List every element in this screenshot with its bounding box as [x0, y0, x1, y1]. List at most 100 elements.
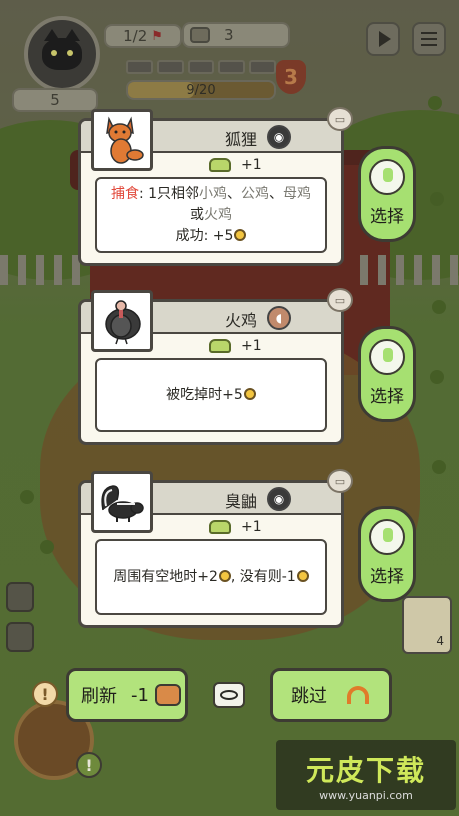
refresh-cost: -1 [131, 684, 149, 706]
grass-icon [209, 339, 231, 353]
paw-coin-icon [234, 228, 247, 241]
watermark-logo: 元皮下载 [305, 753, 426, 787]
choose-button-fox[interactable]: 选择 [358, 146, 416, 242]
play-icon [378, 31, 391, 47]
fox-portrait [91, 109, 153, 171]
card-cost: +1 [209, 157, 262, 173]
desc-text: 或 [190, 206, 204, 223]
watermark-url: www.yuanpi.com [319, 788, 413, 802]
side-tool-button[interactable] [6, 582, 34, 612]
alert-icon[interactable]: ! [76, 752, 102, 778]
book-icon[interactable]: ▭ [327, 469, 353, 493]
book-icon[interactable]: ▭ [327, 107, 353, 131]
skip-label: 跳过 [291, 686, 327, 707]
alert-icon[interactable]: ! [32, 681, 58, 707]
paw-coin-icon [243, 387, 256, 400]
card-turkey[interactable]: 火鸡 ◖ ▭ +1 被吃掉时+5 [78, 288, 353, 445]
desc-text: 成功: +5 [175, 227, 234, 244]
desc-line-1: 被吃掉时+5 [166, 385, 256, 406]
food-can-icon [190, 27, 210, 43]
bird-icon: ◖ [267, 306, 291, 330]
stage-segment [218, 60, 246, 74]
stage-segment [249, 60, 276, 74]
card-cost: +1 [209, 519, 262, 535]
refresh-label: 刷新 [81, 686, 117, 707]
player-avatar[interactable] [24, 16, 100, 92]
paw-coin-icon [296, 569, 309, 582]
desc-line-3: 成功: +5 [176, 226, 247, 247]
keyword-rooster: 公鸡 [241, 185, 270, 202]
side-tool-button[interactable] [6, 622, 34, 652]
view-board-button[interactable] [213, 682, 245, 708]
keyword-hen: 母鸡 [283, 185, 312, 202]
skunk-icon [101, 485, 144, 522]
keyword-chick: 小鸡 [199, 185, 228, 202]
level-text: 1/2 [123, 27, 148, 45]
stage-segments [126, 58, 276, 76]
black-cat-icon [42, 29, 82, 70]
coin-count: 3 [224, 26, 234, 44]
card-cost: +1 [209, 338, 262, 354]
card-description: 被吃掉时+5 [95, 358, 327, 432]
card-description: 周围有空地时+2 , 没有则-1 [95, 539, 327, 615]
desc-line-1: 周围有空地时+2 , 没有则-1 [113, 567, 309, 588]
skip-arrow-icon [347, 686, 369, 704]
left-counter: 5 [12, 88, 98, 112]
choose-label: 选择 [370, 567, 404, 587]
left-count: 5 [50, 91, 60, 109]
skunk-portrait [91, 471, 153, 533]
food-can-icon [154, 684, 181, 706]
choose-label: 选择 [370, 387, 404, 407]
score-progress-text: 9/20 [186, 82, 216, 98]
cat-paw-icon [369, 519, 405, 555]
card-cost-value: +1 [241, 519, 262, 535]
choose-button-skunk[interactable]: 选择 [358, 506, 416, 602]
turkey-portrait [91, 290, 153, 352]
score-progress-fill [128, 82, 194, 98]
stage-segment [156, 60, 184, 74]
desc-text: , 没有则-1 [230, 568, 296, 585]
desc-text: 周围有空地时+2 [113, 568, 218, 585]
card-description: 捕食: 1只相邻小鸡、公鸡、母鸡 或火鸡 成功: +5 [95, 177, 327, 253]
flag-icon: ⚑ [151, 28, 163, 44]
menu-icon [421, 32, 437, 46]
round-badge: 3 [276, 60, 306, 94]
card-cost-value: +1 [241, 338, 262, 354]
book-icon[interactable]: ▭ [327, 288, 353, 312]
desc-line-2: 或火鸡 [190, 205, 232, 226]
keyword-predation: 捕食 [110, 185, 139, 202]
desc-text: 被吃掉时+5 [166, 386, 243, 403]
desc-text: 、 [227, 185, 242, 202]
stage-segment [126, 60, 153, 74]
refresh-button[interactable]: 刷新 -1 [66, 668, 188, 722]
keyword-turkey: 火鸡 [204, 206, 232, 223]
grass-icon [209, 520, 231, 534]
level-indicator: 1/2 ⚑ [104, 24, 182, 48]
cat-paw-icon [369, 159, 405, 195]
fox-icon [106, 116, 144, 164]
menu-button[interactable] [412, 22, 446, 56]
side-animal-card[interactable]: 4 [402, 596, 452, 654]
coin-counter: 3 [182, 22, 290, 48]
score-progress-bar: 9/20 [126, 80, 276, 100]
wolf-paw-icon: ◉ [267, 125, 291, 149]
grass-icon [209, 158, 231, 172]
cat-paw-icon [369, 339, 405, 375]
choose-label: 选择 [370, 207, 404, 227]
card-skunk[interactable]: 臭鼬 ◉ ▭ +1 周围有空地时+2, 没有则-1 [78, 469, 353, 628]
desc-text: : 1只相邻 [138, 185, 200, 202]
wolf-paw-icon: ◉ [267, 487, 291, 511]
desc-line-1: 捕食: 1只相邻小鸡、公鸡、母鸡 [111, 184, 311, 205]
card-cost-value: +1 [241, 157, 262, 173]
turkey-icon [105, 300, 141, 345]
paw-coin-icon [218, 569, 231, 582]
choose-button-turkey[interactable]: 选择 [358, 326, 416, 422]
watermark: 元皮下载 www.yuanpi.com [276, 740, 456, 810]
eye-icon [220, 690, 238, 700]
desc-text: 、 [269, 185, 284, 202]
side-card-count: 4 [436, 634, 444, 648]
play-button[interactable] [366, 22, 400, 56]
card-fox[interactable]: 狐狸 ◉ ▭ +1 捕食: 1只相邻小鸡、公鸡、母鸡 或火鸡 成功: +5 [78, 107, 353, 266]
stage-segment [187, 60, 215, 74]
skip-button[interactable]: 跳过 [270, 668, 392, 722]
